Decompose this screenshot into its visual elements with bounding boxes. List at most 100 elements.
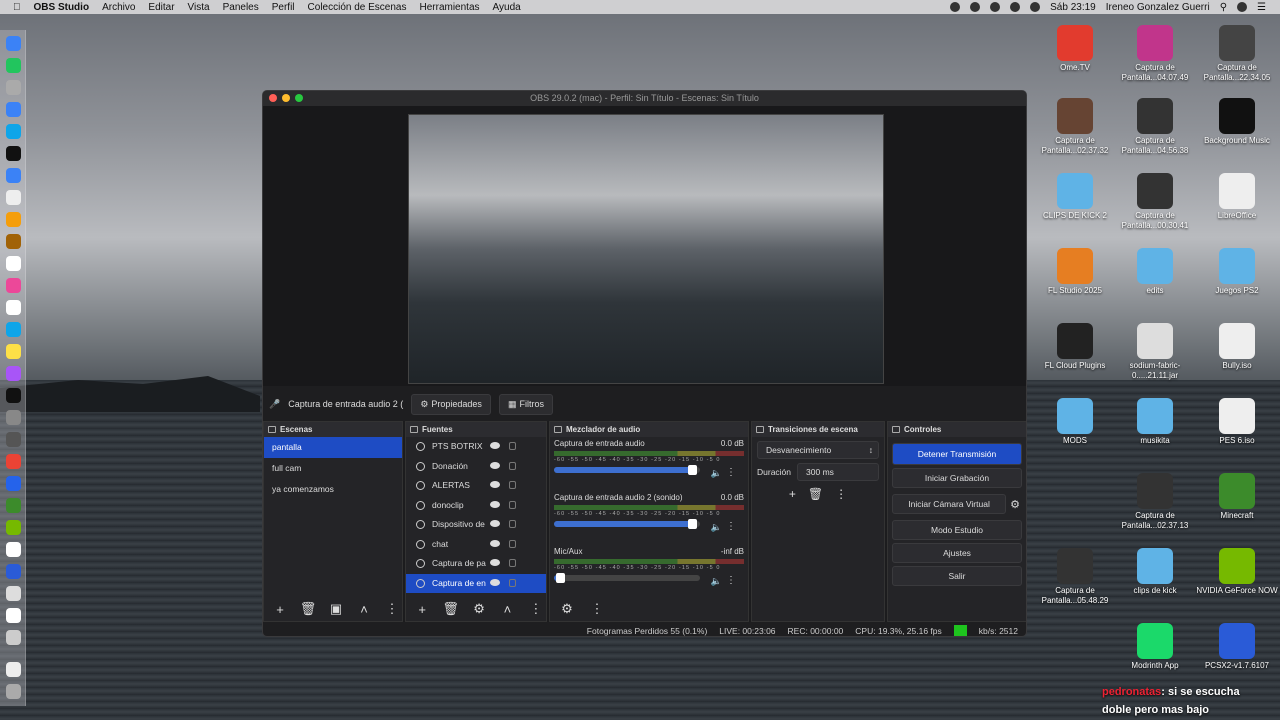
add-transition-button[interactable]: + <box>789 487 796 501</box>
preview-area[interactable] <box>263 106 1026 386</box>
remove-source-button[interactable]: 🗑 <box>440 601 460 617</box>
app-icon[interactable] <box>6 300 21 315</box>
speaker-icon[interactable]: 🔈 <box>711 576 722 587</box>
app-icon[interactable] <box>6 608 21 623</box>
start-virtual-camera-button[interactable]: Iniciar Cámara Virtual <box>892 494 1007 514</box>
close-button[interactable] <box>269 94 277 102</box>
eye-icon[interactable] <box>490 539 500 547</box>
terminal-icon[interactable] <box>6 146 21 161</box>
menu-editar[interactable]: Editar <box>148 2 174 13</box>
menu-vista[interactable]: Vista <box>188 2 210 13</box>
desktop-icon[interactable]: Bully.iso <box>1192 323 1280 371</box>
calendar-icon[interactable] <box>6 256 21 271</box>
menu-coleccion[interactable]: Colección de Escenas <box>308 2 407 13</box>
control-center-icon[interactable] <box>990 2 1001 12</box>
minimize-button[interactable] <box>282 94 290 102</box>
scene-item-full-cam[interactable]: full cam <box>264 458 402 479</box>
lock-icon[interactable] <box>509 461 516 470</box>
menu-herramientas[interactable]: Herramientas <box>420 2 480 13</box>
desktop-icon[interactable]: Juegos PS2 <box>1192 248 1280 296</box>
source-properties-button[interactable]: ⚙ <box>469 601 489 617</box>
lock-icon[interactable] <box>509 481 516 489</box>
move-up-button[interactable]: ˄ <box>354 602 374 617</box>
desktop-icon[interactable]: PES 6.iso <box>1192 398 1280 446</box>
desktop-icon[interactable]: Captura de Pantalla...00.30.41 <box>1110 173 1200 231</box>
menu-paneles[interactable]: Paneles <box>223 2 259 13</box>
desktop-icon[interactable]: clips de kick <box>1110 548 1200 596</box>
more-options-button[interactable]: ⋮ <box>526 601 546 617</box>
podcasts-icon[interactable] <box>6 366 21 381</box>
desktop-icon[interactable]: sodium-fabric-0.....21.11.jar <box>1110 323 1200 381</box>
filters-button[interactable]: ▦ Filtros <box>498 393 553 415</box>
app-icon[interactable] <box>6 476 21 491</box>
desktop-icon[interactable]: Captura de Pantalla...04.56.38 <box>1110 98 1200 156</box>
record-icon[interactable] <box>970 2 981 12</box>
settings-button[interactable]: Ajustes <box>892 543 1022 563</box>
desktop-icon[interactable]: Captura de Pantalla...22.34.05 <box>1192 25 1280 83</box>
channel-menu-icon[interactable]: ⋮ <box>726 467 736 478</box>
source-item[interactable]: chat <box>406 535 546 555</box>
wifi-icon[interactable] <box>1010 2 1021 12</box>
lock-icon[interactable] <box>509 500 516 509</box>
app-icon[interactable] <box>6 190 21 205</box>
desktop-icon[interactable]: NVIDIA GeForce NOW <box>1192 548 1280 596</box>
menu-perfil[interactable]: Perfil <box>272 2 295 13</box>
move-up-button[interactable]: ˄ <box>497 602 517 617</box>
trash-icon[interactable] <box>6 684 21 699</box>
start-recording-button[interactable]: Iniciar Grabación <box>892 468 1022 488</box>
desktop-icon[interactable]: CLIPS DE KICK 2 <box>1030 173 1120 221</box>
settings-icon[interactable] <box>6 410 21 425</box>
studio-mode-button[interactable]: Modo Estudio <box>892 520 1022 540</box>
lock-icon[interactable] <box>509 578 516 587</box>
eye-icon[interactable] <box>490 520 500 527</box>
channel-menu-icon[interactable]: ⋮ <box>726 575 736 586</box>
downloads-icon[interactable] <box>6 662 21 677</box>
exit-button[interactable]: Salir <box>892 566 1022 586</box>
desktop-icon[interactable]: FL Cloud Plugins <box>1030 323 1120 371</box>
finder-icon[interactable] <box>6 36 21 51</box>
duration-input[interactable]: 300 ms <box>797 463 879 481</box>
add-scene-button[interactable]: + <box>270 602 290 617</box>
desktop-icon[interactable]: edits <box>1110 248 1200 296</box>
scene-item-ya-comenzamos[interactable]: ya comenzamos <box>264 479 402 500</box>
desktop-icon[interactable]: PCSX2-v1.7.6107 <box>1192 623 1280 671</box>
eye-icon[interactable] <box>490 578 500 586</box>
nvidia-icon[interactable] <box>6 520 21 535</box>
source-item[interactable]: Dispositivo de <box>406 515 546 535</box>
source-item[interactable]: ALERTAS <box>406 476 546 496</box>
desktop-icon[interactable]: Captura de Pantalla...02.37.32 <box>1030 98 1120 156</box>
desktop-icon[interactable]: Captura de Pantalla...05.48.29 <box>1030 548 1120 606</box>
app-icon[interactable] <box>6 630 21 645</box>
obs-status-icon[interactable] <box>950 2 961 12</box>
desktop-icon[interactable]: MODS <box>1030 398 1120 446</box>
music-icon[interactable] <box>6 278 21 293</box>
capcut-icon[interactable] <box>6 542 21 557</box>
eye-icon[interactable] <box>490 442 500 449</box>
desktop-icon[interactable]: Minecraft <box>1192 473 1280 521</box>
lock-icon[interactable] <box>509 442 516 450</box>
user-name[interactable]: Ireneo Gonzalez Guerri <box>1106 2 1210 13</box>
transition-select[interactable]: Desvanecimiento ↕ <box>757 441 879 459</box>
source-item[interactable]: Donación <box>406 457 546 477</box>
source-item[interactable]: donoclip <box>406 496 546 516</box>
app-icon[interactable] <box>6 168 21 183</box>
chrome-icon[interactable] <box>6 454 21 469</box>
desktop-icon[interactable]: musikita <box>1110 398 1200 446</box>
display-icon[interactable] <box>1030 2 1041 12</box>
notification-center-icon[interactable]: ☰ <box>1257 2 1266 13</box>
eye-icon[interactable] <box>490 559 500 566</box>
desktop-icon[interactable]: LibreOffice <box>1192 173 1280 221</box>
eye-icon[interactable] <box>490 461 500 469</box>
apple-icon[interactable]:  <box>13 2 21 13</box>
desktop-icon[interactable]: Captura de Pantalla...02.37.13 <box>1110 473 1200 531</box>
siri-icon[interactable] <box>1237 2 1248 12</box>
desktop-icon[interactable]: Background Music <box>1192 98 1280 146</box>
more-options-button[interactable]: ⋮ <box>586 601 608 617</box>
speaker-icon[interactable]: 🔈 <box>711 522 722 533</box>
app-icon[interactable] <box>6 586 21 601</box>
tv-icon[interactable] <box>6 388 21 403</box>
more-options-button[interactable]: ⋮ <box>382 601 402 617</box>
app-store-icon[interactable] <box>6 322 21 337</box>
virtual-camera-settings-icon[interactable]: ⚙ <box>1010 498 1020 511</box>
clock[interactable]: Sáb 23:19 <box>1050 2 1096 13</box>
